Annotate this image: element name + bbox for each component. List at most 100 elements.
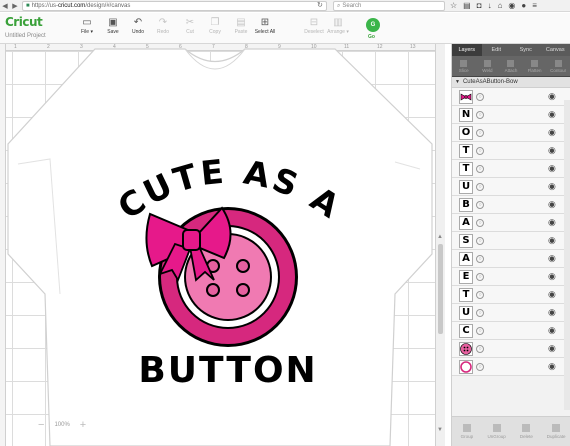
redo-button[interactable]: ↷ Redo [149, 17, 177, 35]
layer-row[interactable]: ○ ◉ [452, 358, 570, 376]
layer-attach-icon[interactable]: ○ [476, 146, 484, 155]
pocket-icon[interactable]: ◘ [477, 1, 482, 10]
visibility-eye-icon[interactable]: ◉ [548, 146, 558, 155]
visibility-eye-icon[interactable]: ◉ [548, 200, 558, 209]
tab-edit[interactable]: Edit [482, 44, 512, 56]
layer-row[interactable]: T ○ ◉ [452, 286, 570, 304]
layer-attach-icon[interactable]: ○ [476, 164, 484, 173]
visibility-eye-icon[interactable]: ◉ [548, 110, 558, 119]
scroll-up-icon[interactable]: ▲ [437, 234, 443, 240]
layer-attach-icon[interactable]: ○ [476, 362, 484, 371]
visibility-eye-icon[interactable]: ◉ [548, 362, 558, 371]
sync-icon[interactable]: ◉ [508, 1, 515, 10]
scroll-down-icon[interactable]: ▼ [437, 427, 443, 433]
layer-row[interactable]: T ○ ◉ [452, 160, 570, 178]
visibility-eye-icon[interactable]: ◉ [548, 290, 558, 299]
layer-attach-icon[interactable]: ○ [476, 236, 484, 245]
layer-row[interactable]: S ○ ◉ [452, 232, 570, 250]
download-icon[interactable]: ↓ [488, 1, 492, 10]
layer-row[interactable]: E ○ ◉ [452, 268, 570, 286]
layer-row[interactable]: T ○ ◉ [452, 142, 570, 160]
addon-icon[interactable]: ● [521, 1, 526, 10]
layer-attach-icon[interactable]: ○ [476, 326, 484, 335]
arrange-button[interactable]: ▥ Arrange ▾ [324, 17, 352, 35]
save-button[interactable]: ▣ Save [99, 17, 127, 35]
reading-list-icon[interactable]: ▤ [463, 1, 471, 10]
layer-attach-icon[interactable]: ○ [476, 200, 484, 209]
visibility-eye-icon[interactable]: ◉ [548, 92, 558, 101]
layer-row[interactable]: O ○ ◉ [452, 124, 570, 142]
layer-attach-icon[interactable]: ○ [476, 290, 484, 299]
layer-row[interactable]: ○ ◉ [452, 340, 570, 358]
delete-button[interactable]: Delete [512, 417, 542, 446]
flatten-button[interactable]: Flatten [523, 56, 547, 76]
canvas-scrollbar[interactable]: ▲ ▼ [435, 44, 445, 446]
tab-layers[interactable]: Layers [452, 44, 482, 56]
zoom-out-button[interactable]: − [38, 419, 44, 431]
menu-icon[interactable]: ≡ [532, 1, 537, 10]
layer-row[interactable]: N ○ ◉ [452, 106, 570, 124]
layer-attach-icon[interactable]: ○ [476, 128, 484, 137]
copy-button[interactable]: ❐ Copy [201, 17, 229, 35]
design-text-bottom: BUTTON [138, 350, 317, 391]
layer-group-header[interactable]: ▼ CuteAsAButton-Bow [452, 77, 570, 88]
visibility-eye-icon[interactable]: ◉ [548, 344, 558, 353]
layer-attach-icon[interactable]: ○ [476, 182, 484, 191]
layer-attach-icon[interactable]: ○ [476, 218, 484, 227]
select-all-button[interactable]: ⊞ Select All [251, 17, 279, 35]
file-button[interactable]: ▭ File ▾ [73, 17, 101, 35]
visibility-eye-icon[interactable]: ◉ [548, 254, 558, 263]
go-label[interactable]: Go [368, 34, 375, 40]
visibility-eye-icon[interactable]: ◉ [548, 218, 558, 227]
layer-attach-icon[interactable]: ○ [476, 344, 484, 353]
scroll-thumb[interactable] [438, 244, 443, 334]
undo-button[interactable]: ↶ Undo [124, 17, 152, 35]
bow-thumbnail-icon [459, 89, 473, 104]
layer-row[interactable]: U ○ ◉ [452, 178, 570, 196]
cricut-logo[interactable]: Cricut [5, 15, 43, 29]
collapse-triangle-icon[interactable]: ▼ [455, 79, 460, 85]
layer-attach-icon[interactable]: ○ [476, 254, 484, 263]
zoom-in-button[interactable]: + [80, 419, 86, 431]
forward-icon[interactable]: ▶ [10, 1, 20, 11]
go-button[interactable]: G [366, 18, 380, 32]
visibility-eye-icon[interactable]: ◉ [548, 272, 558, 281]
layer-row[interactable]: C ○ ◉ [452, 322, 570, 340]
visibility-eye-icon[interactable]: ◉ [548, 236, 558, 245]
layer-row[interactable]: A ○ ◉ [452, 214, 570, 232]
slice-button[interactable]: Slice [452, 56, 476, 76]
visibility-eye-icon[interactable]: ◉ [548, 326, 558, 335]
visibility-eye-icon[interactable]: ◉ [548, 182, 558, 191]
ungroup-button[interactable]: UnGroup [482, 417, 512, 446]
cut-button[interactable]: ✂ Cut [176, 17, 204, 35]
address-bar[interactable]: ■ https://us-cricut.com/design/#/canvas [22, 1, 327, 11]
group-button[interactable]: Group [452, 417, 482, 446]
reload-icon[interactable]: ↻ [317, 1, 323, 9]
layer-attach-icon[interactable]: ○ [476, 92, 484, 101]
design-canvas[interactable]: 12345678910111213 CUTE AS A [0, 44, 445, 446]
bookmark-star-icon[interactable]: ☆ [450, 1, 457, 10]
layer-row[interactable]: B ○ ◉ [452, 196, 570, 214]
attach-button[interactable]: Attach [499, 56, 523, 76]
contour-button[interactable]: Contour [546, 56, 570, 76]
layer-row[interactable]: ○ ◉ [452, 88, 570, 106]
home-icon[interactable]: ⌂ [498, 1, 503, 10]
layer-attach-icon[interactable]: ○ [476, 110, 484, 119]
layer-row[interactable]: A ○ ◉ [452, 250, 570, 268]
browser-search-input[interactable]: ⌕ Search [333, 1, 445, 11]
layer-attach-icon[interactable]: ○ [476, 308, 484, 317]
onesie-design[interactable]: CUTE AS A BUTTON [0, 44, 435, 446]
back-icon[interactable]: ◀ [0, 1, 10, 11]
visibility-eye-icon[interactable]: ◉ [548, 128, 558, 137]
layer-attach-icon[interactable]: ○ [476, 272, 484, 281]
weld-button[interactable]: Weld [476, 56, 500, 76]
layer-row[interactable]: U ○ ◉ [452, 304, 570, 322]
visibility-eye-icon[interactable]: ◉ [548, 164, 558, 173]
duplicate-button[interactable]: Duplicate [541, 417, 570, 446]
tab-sync[interactable]: Sync [511, 44, 541, 56]
visibility-eye-icon[interactable]: ◉ [548, 308, 558, 317]
panel-scrollbar[interactable] [564, 100, 570, 410]
delete-icon [522, 424, 531, 432]
tab-canvas[interactable]: Canvas [541, 44, 570, 56]
project-name[interactable]: Untitled Project [5, 33, 46, 39]
